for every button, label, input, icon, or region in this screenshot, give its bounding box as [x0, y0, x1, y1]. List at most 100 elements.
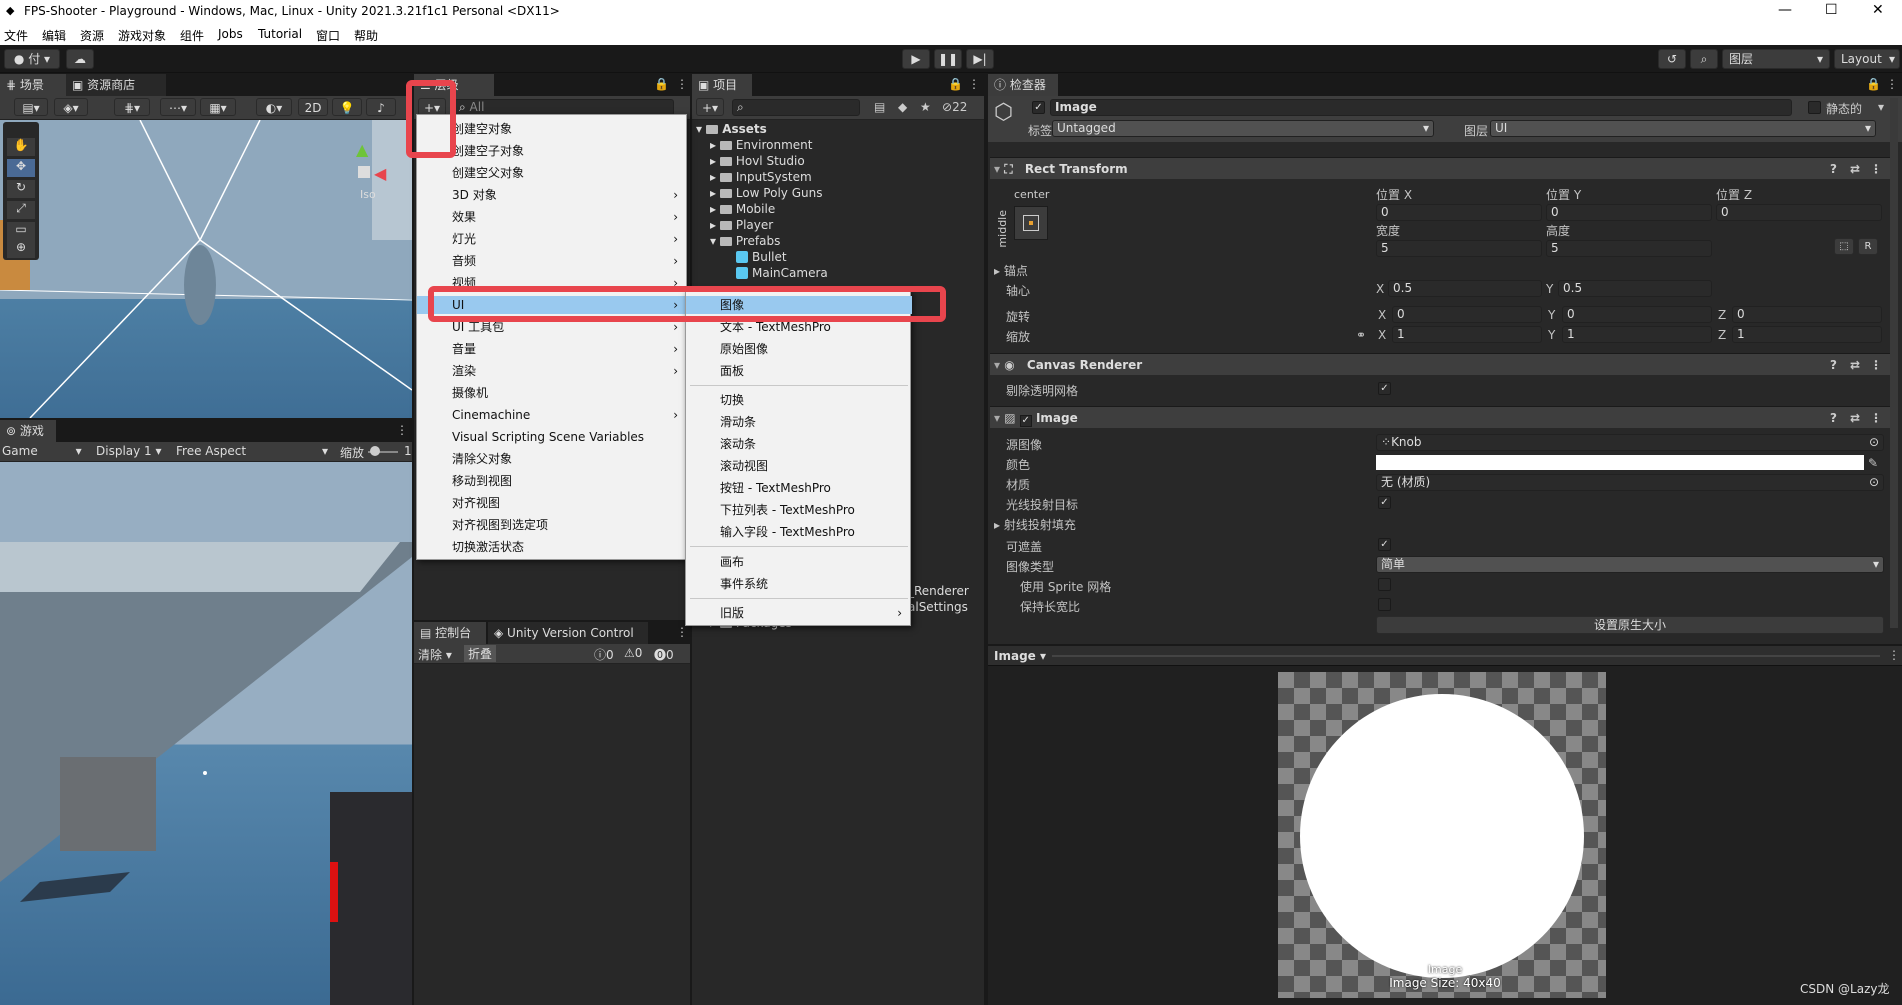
image-type-dropdown[interactable]: 简单 ▾ [1376, 556, 1884, 573]
inspector-more-icon[interactable]: ⋮ [1886, 77, 1898, 91]
project-lock-icon[interactable]: 🔒 [948, 77, 963, 91]
tree-inputsystem[interactable]: ▸ InputSystem [710, 170, 812, 184]
grid-visibility-dropdown[interactable]: ▦▾ [200, 98, 236, 116]
submenu-dropdown-tmp[interactable]: 下拉列表 - TextMeshPro [686, 501, 855, 519]
rot-y-input[interactable]: 0 [1562, 306, 1712, 323]
layout-dropdown[interactable]: Layout ▾ [1834, 49, 1900, 69]
anchor-presets-button[interactable] [1014, 206, 1048, 240]
search-icon[interactable]: ⌕ [1690, 49, 1718, 69]
menu-rendering[interactable]: 渲染 › [417, 362, 688, 380]
submenu-canvas[interactable]: 画布 [686, 553, 744, 571]
menu-3d-object[interactable]: 3D 对象 › [417, 186, 688, 204]
canvas-renderer-header[interactable]: ▾ ◉ Canvas Renderer ? ⇄ ⋮ [990, 353, 1890, 375]
menu-window[interactable]: 窗口 [316, 27, 340, 44]
tab-asset-store[interactable]: ▣ 资源商店 [66, 74, 166, 96]
transform-tool-icon[interactable]: ⊕ [7, 240, 35, 258]
scale-z-input[interactable]: 1 [1732, 326, 1882, 343]
tab-scene[interactable]: ⋕ 场景 [0, 74, 66, 96]
menu-effects[interactable]: 效果 › [417, 208, 688, 226]
submenu-legacy[interactable]: 旧版 › [686, 604, 912, 622]
active-checkbox[interactable]: ✓ [1032, 101, 1045, 114]
display-dropdown[interactable]: Display 1 ▾ [96, 444, 162, 458]
search-by-type-icon[interactable]: ▤ [874, 100, 885, 114]
submenu-scrollbar[interactable]: 滚动条 [686, 435, 756, 453]
submenu-event-system[interactable]: 事件系统 [686, 575, 768, 593]
menu-file[interactable]: 文件 [4, 27, 28, 44]
menu-cinemachine[interactable]: Cinemachine › [417, 406, 688, 424]
tab-project[interactable]: ▣ 项目 [692, 74, 752, 96]
scene-viewport[interactable]: ✋ ✥ ↻ ⤢ ▭ ⊕ ▲ ◀ Iso [0, 120, 412, 418]
preview-header[interactable]: Image ▾ ⋮ [988, 646, 1902, 666]
image-enabled-checkbox[interactable]: ✓ [1019, 415, 1032, 427]
account-dropdown[interactable]: ● 付 ▾ [4, 49, 60, 69]
display-mode-dropdown[interactable]: Game ▾ [2, 444, 82, 458]
preserve-aspect-checkbox[interactable] [1378, 598, 1391, 611]
color-swatch[interactable] [1376, 455, 1864, 470]
menu-align-view-to-selected[interactable]: 对齐视图到选定项 [417, 516, 548, 534]
rotate-tool-icon[interactable]: ↻ [7, 180, 35, 198]
rot-z-input[interactable]: 0 [1732, 306, 1882, 323]
scene-gizmo[interactable]: ▲ ◀ Iso [330, 140, 400, 210]
draw-mode-dropdown[interactable]: ▤▾ [14, 98, 48, 116]
preview-more-icon[interactable]: ⋮ [1888, 648, 1900, 662]
scale-slider-knob[interactable] [370, 446, 380, 456]
submenu-raw-image[interactable]: 原始图像 [686, 340, 768, 358]
menu-edit[interactable]: 编辑 [42, 27, 66, 44]
eyedropper-icon[interactable]: ✎ [1868, 456, 1878, 470]
submenu-toggle[interactable]: 切换 [686, 391, 744, 409]
rect-tool-icon[interactable]: ▭ [7, 222, 35, 240]
submenu-button-tmp[interactable]: 按钮 - TextMeshPro [686, 479, 831, 497]
hidden-count[interactable]: ⊘22 [942, 100, 967, 114]
visibility-toggle[interactable]: ◐▾ [256, 98, 292, 116]
anchors-foldout[interactable]: ▸ 锚点 [994, 262, 1028, 279]
gameobject-name-input[interactable]: Image [1050, 99, 1792, 116]
step-button[interactable]: ▶| [966, 49, 994, 69]
history-icon[interactable]: ↺ [1658, 49, 1686, 69]
game-viewport[interactable] [0, 462, 412, 1005]
inspector-lock-icon[interactable]: 🔒 [1866, 77, 1881, 91]
submenu-slider[interactable]: 滑动条 [686, 413, 756, 431]
2d-toggle[interactable]: 2D [298, 98, 328, 116]
static-checkbox[interactable] [1808, 101, 1821, 114]
menu-jobs[interactable]: Jobs [218, 27, 243, 41]
clear-button[interactable]: 清除 ▾ [418, 646, 452, 663]
inspector-scrollbar[interactable] [1890, 98, 1898, 628]
scale-y-input[interactable]: 1 [1562, 326, 1712, 343]
component-more-icon[interactable]: ⋮ [1870, 354, 1882, 376]
menu-help[interactable]: 帮助 [354, 27, 378, 44]
raycast-target-checkbox[interactable]: ✓ [1378, 496, 1391, 509]
menu-light[interactable]: 灯光 › [417, 230, 688, 248]
raycast-padding-foldout[interactable]: ▸ 射线投射填充 [994, 516, 1076, 533]
help-icon[interactable]: ? [1830, 407, 1837, 429]
submenu-input-field-tmp[interactable]: 输入字段 - TextMeshPro [686, 523, 855, 541]
blueprint-mode-button[interactable]: ⬚ [1834, 238, 1854, 255]
maskable-checkbox[interactable]: ✓ [1378, 538, 1391, 551]
snap-increment-dropdown[interactable]: ⋯▾ [160, 98, 196, 116]
error-count[interactable]: ⓿0 [654, 646, 674, 663]
tab-console[interactable]: ▤ 控制台 [414, 622, 486, 644]
scale-link-icon[interactable]: ⚭ [1356, 328, 1366, 342]
menu-create-empty-parent[interactable]: 创建空父对象 [417, 164, 524, 182]
rect-transform-header[interactable]: ▾ ⛶ Rect Transform ? ⇄ ⋮ [990, 157, 1890, 179]
presets-icon[interactable]: ⇄ [1850, 354, 1860, 376]
tree-prefabs[interactable]: ▾ Prefabs [710, 234, 780, 248]
tree-player[interactable]: ▸ Player [710, 218, 773, 232]
audio-toggle[interactable]: ♪ [366, 98, 396, 116]
project-create-button[interactable]: +▾ [696, 98, 724, 116]
minimize-button[interactable]: — [1778, 2, 1792, 18]
tab-version-control[interactable]: ◈ Unity Version Control [488, 622, 648, 644]
search-by-label-icon[interactable]: ◆ [898, 100, 907, 114]
layers-dropdown[interactable]: 图层 ▾ [1722, 49, 1830, 69]
posx-input[interactable]: 0 [1376, 204, 1542, 221]
menu-align-with-view[interactable]: 对齐视图 [417, 494, 500, 512]
pause-button[interactable]: ❚❚ [934, 49, 962, 69]
tree-renderer-partial[interactable]: _Renderer [908, 584, 969, 598]
menu-audio[interactable]: 音频 › [417, 252, 688, 270]
posy-input[interactable]: 0 [1546, 204, 1712, 221]
pivot-y-input[interactable]: 0.5 [1558, 280, 1712, 297]
hand-tool-icon[interactable]: ✋ [7, 138, 35, 156]
tree-assets[interactable]: ▾ Assets [696, 122, 767, 136]
scale-x-input[interactable]: 1 [1392, 326, 1542, 343]
help-icon[interactable]: ? [1830, 158, 1837, 180]
console-more-icon[interactable]: ⋮ [676, 625, 688, 639]
